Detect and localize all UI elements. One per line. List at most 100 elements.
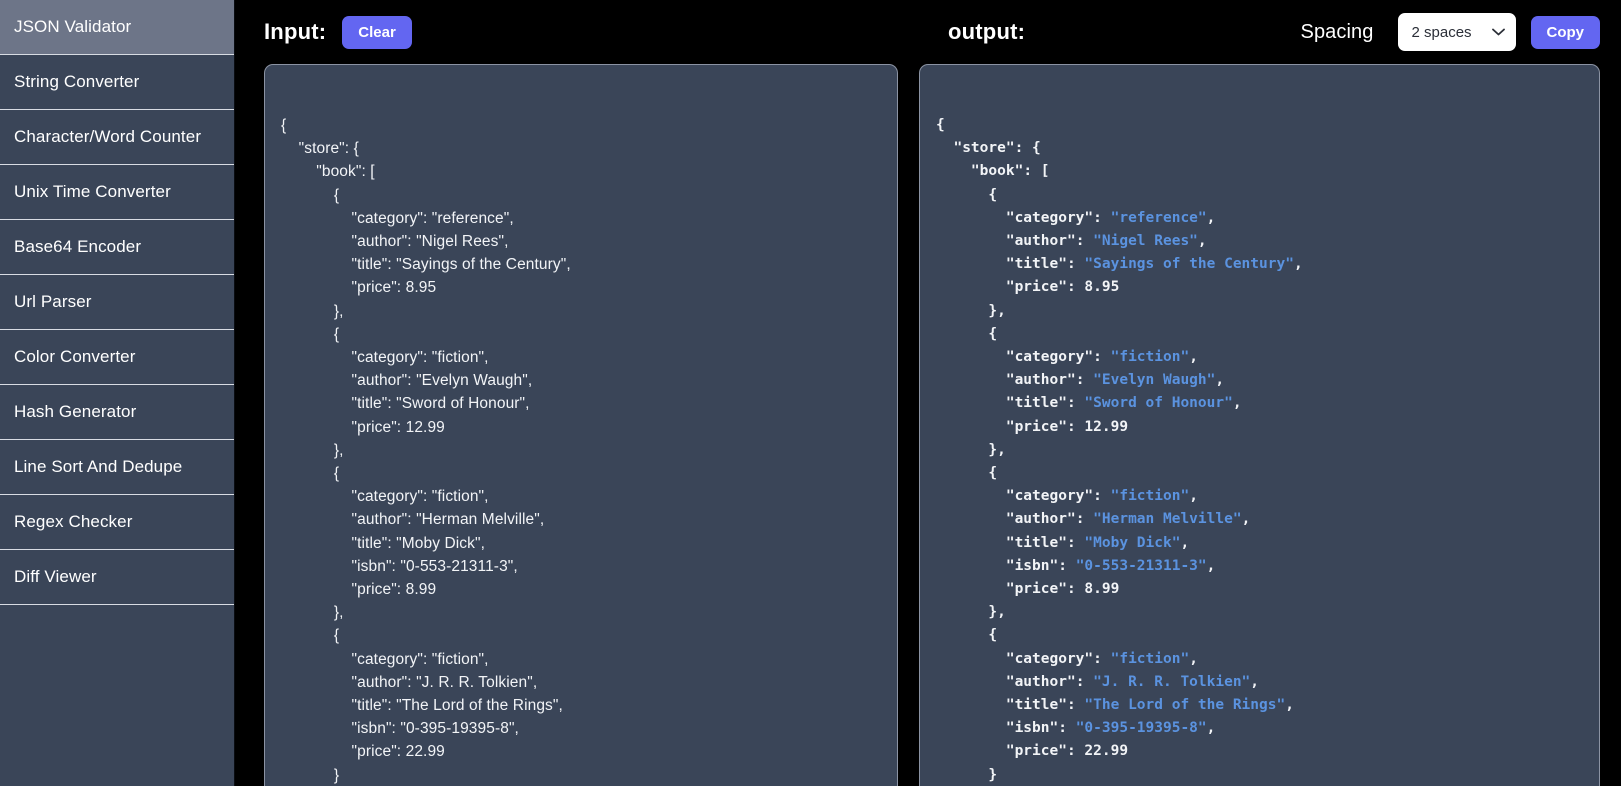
- token-p: ,: [1232, 395, 1242, 412]
- input-textarea-panel[interactable]: { "store": { "book": [ { "category": "re…: [264, 64, 898, 786]
- token-p: :: [1066, 279, 1085, 296]
- token-s: "Evelyn Waugh": [1093, 372, 1216, 389]
- output-code-line: {: [936, 462, 1599, 485]
- output-code-line: {: [936, 323, 1599, 346]
- token-k: "title": [936, 395, 1067, 412]
- output-code-line: "price": 22.99: [936, 740, 1599, 763]
- sidebar-item-label: Color Converter: [14, 347, 136, 366]
- output-code-line: "isbn": "0-395-19395-8",: [936, 717, 1599, 740]
- spacing-label: Spacing: [1300, 20, 1374, 43]
- token-s: "fiction": [1110, 349, 1190, 366]
- token-p: },: [936, 441, 1006, 458]
- sidebar-nav-list: JSON Validator String Converter Character/…: [0, 0, 234, 605]
- sidebar-item-label: Line Sort And Dedupe: [14, 457, 183, 476]
- output-code-line: "category": "fiction",: [936, 648, 1599, 671]
- output-code-line: "author": "J. R. R. Tolkien",: [936, 671, 1599, 694]
- app-root: JSON Validator String Converter Character/…: [0, 0, 1621, 786]
- output-code-line: "category": "fiction",: [936, 346, 1599, 369]
- sidebar-item-color-converter[interactable]: Color Converter: [0, 330, 234, 385]
- output-code-line: "title": "Sword of Honour",: [936, 392, 1599, 415]
- output-code-line: "title": "The Lord of the Rings",: [936, 694, 1599, 717]
- token-k: "price": [936, 279, 1067, 296]
- token-p: {: [936, 117, 945, 133]
- token-k: "isbn": [936, 557, 1059, 574]
- sidebar-item-label: Diff Viewer: [14, 567, 97, 586]
- token-p: {: [936, 325, 998, 342]
- token-p: :: [1093, 209, 1111, 226]
- token-k: "category": [936, 650, 1094, 667]
- copy-button[interactable]: Copy: [1530, 15, 1600, 49]
- input-label: Input:: [264, 19, 327, 44]
- output-pane-header: output: Spacing 2 spaces4 spacesTabMinif…: [919, 0, 1621, 64]
- sidebar-item-line-sort-and-dedupe[interactable]: Line Sort And Dedupe: [0, 440, 234, 495]
- sidebar-item-string-converter[interactable]: String Converter: [0, 55, 234, 110]
- output-code-line: "author": "Evelyn Waugh",: [936, 369, 1599, 392]
- token-k: "title": [936, 697, 1067, 714]
- token-k: "author": [936, 372, 1076, 389]
- token-p: :: [1066, 581, 1085, 598]
- input-code-body[interactable]: { "store": { "book": [ { "category": "re…: [265, 65, 897, 786]
- token-p: ,: [1206, 557, 1216, 574]
- sidebar-item-label: String Converter: [14, 72, 140, 91]
- output-code-panel[interactable]: { "store": { "book": [ { "category": "re…: [919, 64, 1600, 786]
- input-pane-header: Input: Clear: [235, 0, 919, 64]
- token-s: "fiction": [1110, 650, 1190, 667]
- token-k: "title": [936, 256, 1067, 273]
- token-p: ,: [1189, 650, 1198, 667]
- output-label: output:: [948, 19, 1026, 44]
- sidebar-item-base64-encoder[interactable]: Base64 Encoder: [0, 220, 234, 275]
- token-p: ,: [1215, 372, 1225, 389]
- token-s: "reference": [1110, 209, 1207, 226]
- sidebar-item-label: Unix Time Converter: [14, 182, 171, 201]
- sidebar-item-label: Base64 Encoder: [14, 237, 142, 256]
- token-p: :: [1075, 372, 1094, 389]
- output-code-line: "book": [: [936, 160, 1599, 183]
- token-p: }: [936, 766, 998, 783]
- output-code-line: "author": "Herman Melville",: [936, 508, 1599, 531]
- output-code-line: {: [936, 184, 1599, 207]
- output-code-line: "isbn": "0-553-21311-3",: [936, 555, 1599, 578]
- input-json-text[interactable]: { "store": { "book": [ { "category": "re…: [281, 114, 897, 786]
- output-code-line: "price": 8.95: [936, 276, 1599, 299]
- output-code-line: {: [936, 624, 1599, 647]
- sidebar-item-unix-time-converter[interactable]: Unix Time Converter: [0, 165, 234, 220]
- token-p: :: [1066, 395, 1085, 412]
- token-k: "author": [936, 233, 1076, 250]
- output-code-line: "category": "fiction",: [936, 485, 1599, 508]
- token-k: "isbn": [936, 720, 1059, 737]
- token-k: "author": [936, 673, 1076, 690]
- token-p: :: [1066, 743, 1085, 760]
- sidebar-item-regex-checker[interactable]: Regex Checker: [0, 495, 234, 550]
- token-s: "fiction": [1110, 488, 1190, 505]
- sidebar-empty-space: [0, 605, 234, 785]
- spacing-select[interactable]: 2 spaces4 spacesTabMinify: [1397, 13, 1516, 51]
- token-p: :: [1058, 557, 1076, 574]
- token-p: :: [1075, 233, 1094, 250]
- sidebar-item-hash-generator[interactable]: Hash Generator: [0, 385, 234, 440]
- token-s: "0-395-19395-8": [1075, 720, 1207, 737]
- token-p: : [: [1023, 163, 1050, 180]
- token-n: 8.95: [1084, 279, 1120, 296]
- output-code-line: "price": 8.99: [936, 578, 1599, 601]
- token-p: ,: [1180, 534, 1190, 551]
- token-s: "0-553-21311-3": [1075, 557, 1207, 574]
- token-p: :: [1058, 720, 1076, 737]
- token-p: },: [936, 604, 1006, 621]
- sidebar-item-label: Regex Checker: [14, 512, 133, 531]
- sidebar-item-diff-viewer[interactable]: Diff Viewer: [0, 550, 234, 605]
- sidebar-item-character-word-counter[interactable]: Character/Word Counter: [0, 110, 234, 165]
- output-json-text[interactable]: { "store": { "book": [ { "category": "re…: [936, 114, 1599, 786]
- sidebar-item-url-parser[interactable]: Url Parser: [0, 275, 234, 330]
- clear-button[interactable]: Clear: [342, 15, 412, 49]
- token-s: "Moby Dick": [1084, 534, 1181, 551]
- sidebar-item-json-validator[interactable]: JSON Validator: [0, 0, 234, 55]
- token-k: "price": [936, 581, 1067, 598]
- token-s: "Sayings of the Century": [1084, 256, 1294, 273]
- token-k: "category": [936, 209, 1094, 226]
- token-p: :: [1075, 511, 1094, 528]
- token-p: ,: [1206, 720, 1216, 737]
- token-k: "price": [936, 418, 1067, 435]
- token-n: 8.99: [1084, 581, 1120, 598]
- output-code-body[interactable]: { "store": { "book": [ { "category": "re…: [920, 65, 1599, 786]
- token-p: ,: [1197, 233, 1207, 250]
